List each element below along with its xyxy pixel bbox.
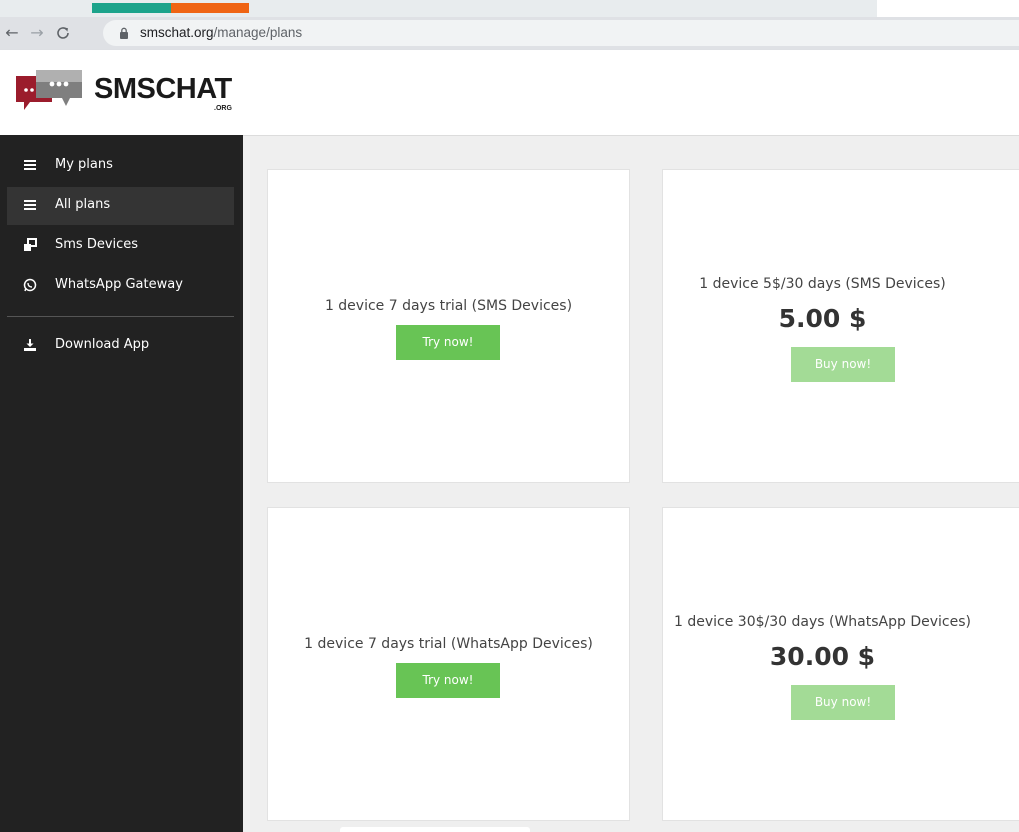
- download-icon: [24, 339, 36, 351]
- plan-title: 1 device 30$/30 days (WhatsApp Devices): [674, 614, 971, 630]
- try-now-button[interactable]: Try now!: [396, 663, 500, 698]
- sidebar-item-label: WhatsApp Gateway: [55, 277, 183, 292]
- list-icon: [24, 160, 36, 170]
- devices-icon: [24, 238, 37, 251]
- plan-card: 1 device 30$/30 days (WhatsApp Devices) …: [662, 507, 1019, 821]
- forward-icon[interactable]: →: [27, 23, 47, 43]
- plan-card: 1 device 7 days trial (WhatsApp Devices)…: [267, 507, 630, 821]
- logo[interactable]: SMSCHAT .ORG: [14, 65, 254, 125]
- tab-strip: [0, 0, 1019, 17]
- plan-price: 30.00 $: [769, 642, 876, 671]
- bottom-edge-tab: [340, 827, 530, 832]
- chat-bubbles-icon: [16, 70, 82, 110]
- sidebar-item-label: My plans: [55, 157, 113, 172]
- url-path: /manage/plans: [213, 25, 303, 40]
- try-now-button[interactable]: Try now!: [396, 325, 500, 360]
- sidebar-item-my-plans[interactable]: My plans: [7, 147, 234, 185]
- plans-grid: 1 device 7 days trial (SMS Devices) Try …: [243, 136, 1019, 832]
- plan-title: 1 device 7 days trial (SMS Devices): [324, 298, 573, 314]
- sidebar: My plans All plans Sms Devices WhatsApp …: [0, 135, 243, 832]
- sidebar-item-label: All plans: [55, 197, 111, 212]
- sidebar-divider: [7, 316, 234, 317]
- plan-price: 5.00 $: [778, 304, 867, 333]
- logo-text: SMSCHAT: [94, 73, 232, 105]
- address-bar[interactable]: smschat.org/manage/plans: [103, 20, 1019, 46]
- logo-subtext: .ORG: [214, 105, 232, 112]
- browser-toolbar: ← → smschat.org/manage/plans: [0, 17, 1019, 50]
- sidebar-item-sms-devices[interactable]: Sms Devices: [7, 227, 234, 265]
- url-text: smschat.org/manage/plans: [140, 25, 302, 40]
- plan-title: 1 device 7 days trial (WhatsApp Devices): [304, 636, 593, 652]
- sidebar-item-whatsapp-gateway[interactable]: WhatsApp Gateway: [7, 267, 234, 305]
- buy-now-button[interactable]: Buy now!: [791, 685, 895, 720]
- sidebar-item-label: Sms Devices: [55, 237, 139, 252]
- plan-card: 1 device 5$/30 days (SMS Devices) 5.00 $…: [662, 169, 1019, 483]
- url-domain: smschat.org: [140, 25, 214, 40]
- tab-indicator-orange[interactable]: [171, 3, 249, 13]
- reload-icon[interactable]: [53, 23, 73, 43]
- tab-indicator-teal[interactable]: [92, 3, 171, 13]
- back-icon[interactable]: ←: [2, 23, 22, 43]
- plan-card: 1 device 7 days trial (SMS Devices) Try …: [267, 169, 630, 483]
- app-header: SMSCHAT .ORG: [0, 50, 1019, 136]
- sidebar-item-download-app[interactable]: Download App: [7, 327, 234, 365]
- buy-now-button[interactable]: Buy now!: [791, 347, 895, 382]
- lock-icon: [120, 27, 128, 39]
- whatsapp-icon: [23, 278, 37, 292]
- plan-title: 1 device 5$/30 days (SMS Devices): [699, 276, 946, 292]
- list-icon: [24, 200, 36, 210]
- sidebar-item-all-plans[interactable]: All plans: [7, 187, 234, 225]
- sidebar-item-label: Download App: [55, 337, 150, 352]
